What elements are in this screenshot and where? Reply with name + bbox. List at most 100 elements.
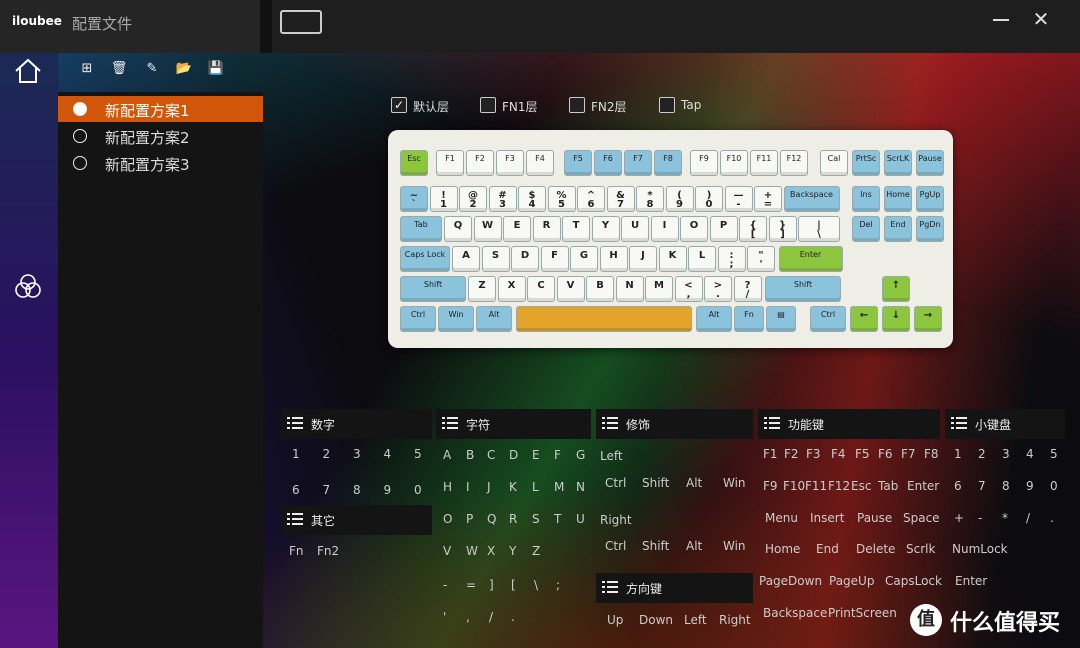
key-option[interactable]: Ctrl bbox=[605, 476, 626, 490]
keyboard-key[interactable]: PrtSc bbox=[852, 150, 880, 176]
key-option[interactable]: PageUp bbox=[829, 574, 874, 588]
keyboard-key[interactable]: F11 bbox=[750, 150, 778, 176]
key-option[interactable]: W bbox=[466, 544, 478, 558]
keyboard-key[interactable]: Home bbox=[884, 186, 912, 212]
key-option[interactable]: F2 bbox=[784, 447, 799, 461]
group-header[interactable]: 方向键 bbox=[596, 573, 753, 603]
keyboard-key[interactable]: Caps Lock bbox=[400, 246, 450, 272]
key-option[interactable]: Home bbox=[765, 542, 800, 556]
keyboard-key[interactable]: C bbox=[527, 276, 555, 302]
keyboard-key[interactable]: Win bbox=[438, 306, 474, 332]
minimize-button[interactable] bbox=[993, 19, 1009, 21]
key-option[interactable]: \ bbox=[534, 578, 538, 592]
keyboard-key[interactable]: P bbox=[709, 216, 738, 242]
key-option[interactable]: E bbox=[532, 448, 540, 462]
keyboard-key[interactable]: Y bbox=[591, 216, 620, 242]
keyboard-key[interactable]: " ' bbox=[747, 246, 775, 272]
keyboard-key[interactable]: F9 bbox=[690, 150, 718, 176]
key-option[interactable]: Right bbox=[600, 513, 632, 527]
keyboard-key[interactable]: Pause bbox=[916, 150, 944, 176]
keyboard-key[interactable]: E bbox=[503, 216, 531, 242]
keyboard-key[interactable]: H bbox=[599, 246, 628, 272]
key-option[interactable]: . bbox=[1050, 511, 1054, 525]
key-option[interactable]: 2 bbox=[323, 447, 331, 461]
key-option[interactable]: Alt bbox=[686, 476, 702, 490]
key-option[interactable]: H bbox=[443, 480, 452, 494]
key-option[interactable]: I bbox=[466, 480, 470, 494]
key-option[interactable]: Fn bbox=[289, 544, 304, 558]
close-button[interactable]: ✕ bbox=[1030, 8, 1052, 30]
key-option[interactable]: . bbox=[511, 610, 515, 624]
key-option[interactable]: F bbox=[554, 448, 561, 462]
key-option[interactable]: Menu bbox=[765, 511, 798, 525]
keyboard-key[interactable]: D bbox=[511, 246, 539, 272]
key-option[interactable]: Left bbox=[684, 613, 707, 627]
keyboard-key[interactable]: G bbox=[570, 246, 598, 272]
key-option[interactable]: F3 bbox=[806, 447, 821, 461]
key-option[interactable]: Fn2 bbox=[317, 544, 339, 558]
keyboard-key[interactable]: T bbox=[562, 216, 590, 242]
keyboard-key[interactable]: Alt bbox=[696, 306, 732, 332]
key-option[interactable]: F7 bbox=[901, 447, 916, 461]
key-option[interactable]: F6 bbox=[878, 447, 893, 461]
key-option[interactable]: Insert bbox=[810, 511, 844, 525]
key-option[interactable]: 7 bbox=[323, 483, 331, 497]
keyboard-key[interactable]: } ] bbox=[768, 216, 797, 242]
key-option[interactable]: 9 bbox=[384, 483, 392, 497]
keyboard-icon[interactable] bbox=[280, 10, 322, 34]
key-option[interactable]: 8 bbox=[1002, 479, 1010, 493]
keyboard-key[interactable]: @ 2 bbox=[459, 186, 487, 212]
key-option[interactable]: 6 bbox=[954, 479, 962, 493]
key-option[interactable]: + bbox=[954, 511, 964, 525]
keyboard-key[interactable]: N bbox=[615, 276, 644, 302]
keyboard-key[interactable]: Ctrl bbox=[400, 306, 436, 332]
key-option[interactable]: X bbox=[487, 544, 495, 558]
keyboard-key[interactable]: F bbox=[540, 246, 569, 272]
keyboard-key[interactable]: F3 bbox=[496, 150, 524, 176]
key-option[interactable]: J bbox=[487, 480, 491, 494]
key-option[interactable]: ' bbox=[443, 610, 446, 624]
keyboard-key[interactable]: F7 bbox=[624, 150, 652, 176]
keyboard-key[interactable]: ← bbox=[850, 306, 878, 332]
keyboard-key[interactable]: < , bbox=[674, 276, 703, 302]
keyboard-key[interactable]: V bbox=[556, 276, 585, 302]
home-icon[interactable] bbox=[14, 58, 42, 84]
keyboard-key[interactable]: ) 0 bbox=[695, 186, 723, 212]
keyboard-key[interactable]: → bbox=[914, 306, 942, 332]
keyboard-key[interactable]: ? / bbox=[733, 276, 762, 302]
keyboard-key[interactable]: F12 bbox=[780, 150, 808, 176]
key-option[interactable]: N bbox=[576, 480, 585, 494]
new-profile-icon[interactable]: ⊞ bbox=[78, 60, 96, 78]
keyboard-key[interactable]: I bbox=[650, 216, 679, 242]
keyboard-key[interactable]: ~ ` bbox=[400, 186, 428, 212]
keyboard-key[interactable]: Alt bbox=[476, 306, 512, 332]
keyboard-key[interactable]: Cal bbox=[820, 150, 848, 176]
key-option[interactable]: * bbox=[1002, 511, 1008, 525]
group-header[interactable]: 字符 bbox=[436, 409, 591, 439]
keyboard-key[interactable]: ^ 6 bbox=[577, 186, 605, 212]
key-option[interactable]: A bbox=[443, 448, 451, 462]
key-option[interactable]: = bbox=[466, 578, 476, 592]
keyboard-key[interactable]: { [ bbox=[739, 216, 767, 242]
keyboard-key[interactable]: : ; bbox=[717, 246, 746, 272]
key-option[interactable]: End bbox=[816, 542, 839, 556]
key-option[interactable]: F11 bbox=[805, 479, 827, 493]
key-option[interactable]: F5 bbox=[855, 447, 870, 461]
keyboard-key[interactable]: $ 4 bbox=[518, 186, 546, 212]
key-option[interactable]: Shift bbox=[642, 539, 669, 553]
keyboard-key[interactable]: Ins bbox=[852, 186, 880, 212]
key-option[interactable]: 3 bbox=[353, 447, 361, 461]
key-option[interactable]: B bbox=[466, 448, 474, 462]
key-option[interactable]: / bbox=[489, 610, 493, 624]
key-option[interactable]: U bbox=[576, 512, 585, 526]
profile-item[interactable]: 新配置方案2 bbox=[58, 123, 263, 149]
keyboard-key[interactable]: Z bbox=[468, 276, 496, 302]
key-option[interactable]: F12 bbox=[828, 479, 850, 493]
key-option[interactable]: [ bbox=[511, 578, 516, 592]
keyboard-key[interactable]: & 7 bbox=[606, 186, 635, 212]
key-option[interactable]: Right bbox=[719, 613, 751, 627]
keyboard-key[interactable]: M bbox=[645, 276, 673, 302]
key-option[interactable]: 0 bbox=[414, 483, 422, 497]
keyboard-key[interactable]: Q bbox=[444, 216, 472, 242]
key-option[interactable]: Alt bbox=[686, 539, 702, 553]
